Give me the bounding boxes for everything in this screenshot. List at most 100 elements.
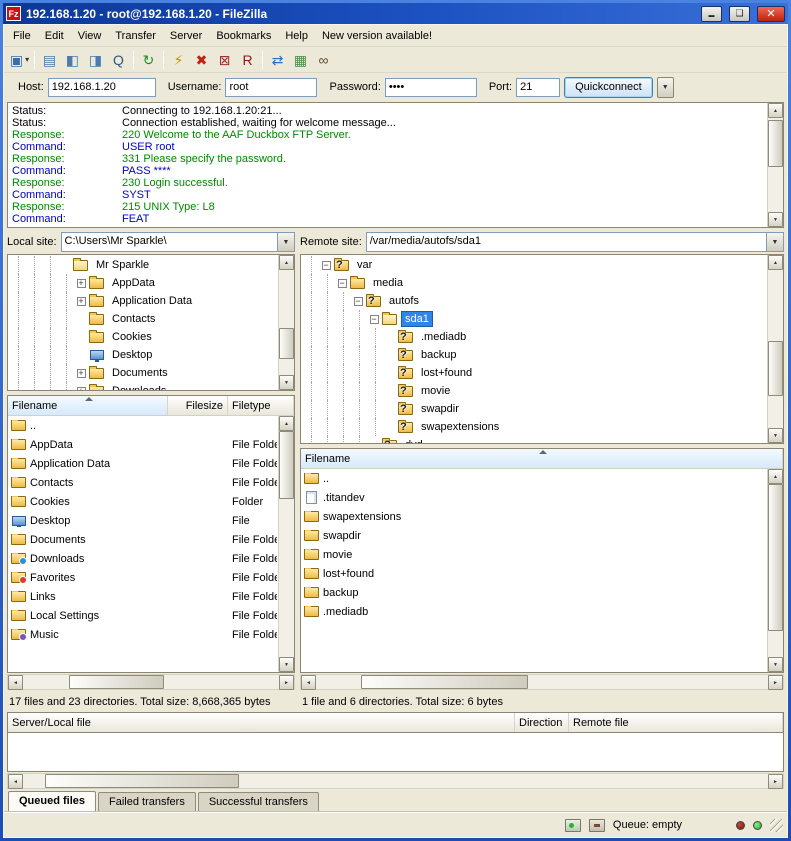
file-row-music[interactable]: MusicFile Folder [8,625,277,644]
tree-expander-minus-icon[interactable]: − [367,310,381,328]
tree-label[interactable]: lost+found [417,365,476,381]
log-scrollbar[interactable]: ▲▼ [767,103,783,227]
host-input[interactable] [48,78,156,97]
tree-item-application-data[interactable]: +Application Data [10,292,276,310]
column-header-filetype[interactable]: Filetype [228,396,294,415]
tree-expander-plus-icon[interactable]: + [74,292,88,310]
resize-grip[interactable] [770,819,783,832]
site-manager-dropdown-icon[interactable]: ▾ [25,55,29,64]
scroll-arrow-up-icon[interactable]: ▲ [768,469,783,484]
activity-log-icon[interactable] [589,819,605,832]
remote-combo-dropdown-icon[interactable] [766,233,783,251]
queue-column-direction[interactable]: Direction [515,713,569,732]
disconnect-button[interactable]: ⊠ [213,49,236,70]
file-row-contacts[interactable]: ContactsFile Folder [8,473,277,492]
tree-label[interactable]: dvd [401,437,427,444]
reconnect-button[interactable]: R [236,49,259,70]
local-tree-scrollbar[interactable]: ▲▼ [278,255,294,390]
refresh-button[interactable]: ↻ [137,49,160,70]
remote-tree-scrollbar[interactable]: ▲▼ [767,255,783,443]
tree-item-mediadb[interactable]: .mediadb [303,328,765,346]
tree-item-swapdir[interactable]: swapdir [303,400,765,418]
file-row-links[interactable]: LinksFile Folder [8,587,277,606]
scroll-arrow-up-icon[interactable]: ▲ [768,103,783,118]
local-list-scrollbar[interactable]: ▲▼ [278,416,294,672]
scroll-arrow-down-icon[interactable]: ▼ [768,657,783,672]
tree-item-documents[interactable]: +Documents [10,364,276,382]
file-row-item[interactable]: .. [301,469,766,488]
tree-label[interactable]: media [369,275,407,291]
column-header-filename[interactable]: Filename [301,449,783,468]
file-row-mediadb[interactable]: .mediadb [301,602,766,621]
tree-label[interactable]: var [353,257,376,273]
menu-new-version-notice[interactable]: New version available! [315,26,439,46]
scroll-thumb[interactable] [361,675,528,689]
file-row-item[interactable]: .. [8,416,277,435]
tab-failed-transfers[interactable]: Failed transfers [98,792,196,812]
local-combo-dropdown-icon[interactable] [277,233,294,251]
tree-label[interactable]: sda1 [401,311,433,327]
site-manager-button[interactable]: ▣▾ [8,49,31,70]
scroll-arrow-down-icon[interactable]: ▼ [279,657,294,672]
scroll-thumb[interactable] [768,484,783,631]
tree-item-backup[interactable]: backup [303,346,765,364]
file-row-titandev[interactable]: .titandev [301,488,766,507]
file-row-documents[interactable]: DocumentsFile Folder [8,530,277,549]
cancel-button[interactable]: ✖ [190,49,213,70]
network-status-icon[interactable] [565,819,581,832]
scroll-arrow-up-icon[interactable]: ▲ [279,416,294,431]
queue-horizontal-scrollbar[interactable]: ◄► [7,773,784,789]
tree-label[interactable]: backup [417,347,460,363]
remote-list-scrollbar[interactable]: ▲▼ [767,469,783,672]
scroll-arrow-right-icon[interactable]: ► [768,675,783,690]
tree-label[interactable]: movie [417,383,454,399]
scroll-thumb[interactable] [768,120,783,167]
tree-item-media[interactable]: − media [303,274,765,292]
tree-label[interactable]: Desktop [108,347,156,363]
username-input[interactable] [225,78,317,97]
tree-item-desktop[interactable]: Desktop [10,346,276,364]
menu-transfer[interactable]: Transfer [108,26,163,46]
file-row-application-data[interactable]: Application DataFile Folder [8,454,277,473]
tree-expander-minus-icon[interactable]: − [335,274,349,292]
tree-label[interactable]: .mediadb [417,329,470,345]
local-horizontal-scrollbar[interactable]: ◄► [7,674,295,690]
scroll-thumb[interactable] [768,341,783,396]
tree-label[interactable]: swapextensions [417,419,503,435]
column-header-filesize[interactable]: Filesize [168,396,228,415]
tree-item-autofs[interactable]: −autofs [303,292,765,310]
scroll-arrow-right-icon[interactable]: ► [279,675,294,690]
tree-item-appdata[interactable]: +AppData [10,274,276,292]
process-queue-button[interactable]: ⚡ [167,49,190,70]
tree-label[interactable]: Downloads [108,383,170,391]
tree-expander-minus-icon[interactable]: − [319,256,333,274]
scroll-arrow-left-icon[interactable]: ◄ [8,774,23,789]
queue-column-remote-file[interactable]: Remote file [569,713,783,732]
tree-expander-plus-icon[interactable]: + [74,382,88,391]
tree-label[interactable]: Mr Sparkle [92,257,153,273]
minimize-button[interactable] [701,6,722,22]
toggle-log-button[interactable]: ▤ [38,49,61,70]
password-input[interactable] [385,78,477,97]
file-row-backup[interactable]: backup [301,583,766,602]
file-row-swapdir[interactable]: swapdir [301,526,766,545]
close-button[interactable] [757,6,785,22]
tree-item-swapextensions[interactable]: swapextensions [303,418,765,436]
port-input[interactable] [516,78,560,97]
directory-comparison-button[interactable]: ⇄ [266,49,289,70]
file-row-desktop[interactable]: DesktopFile [8,511,277,530]
scroll-arrow-up-icon[interactable]: ▲ [768,255,783,270]
remote-horizontal-scrollbar[interactable]: ◄► [300,674,784,690]
tree-label[interactable]: Contacts [108,311,159,327]
scroll-thumb[interactable] [45,774,239,788]
tree-item-sda1[interactable]: − sda1 [303,310,765,328]
file-row-downloads[interactable]: DownloadsFile Folder [8,549,277,568]
tree-label[interactable]: swapdir [417,401,463,417]
menu-help[interactable]: Help [278,26,315,46]
scroll-arrow-down-icon[interactable]: ▼ [768,212,783,227]
tree-item-mr-sparkle[interactable]: Mr Sparkle [10,256,276,274]
tree-expander-plus-icon[interactable]: + [74,274,88,292]
queue-column-server-local-file[interactable]: Server/Local file [8,713,515,732]
menu-view[interactable]: View [71,26,109,46]
tree-item-dvd[interactable]: dvd [303,436,765,444]
